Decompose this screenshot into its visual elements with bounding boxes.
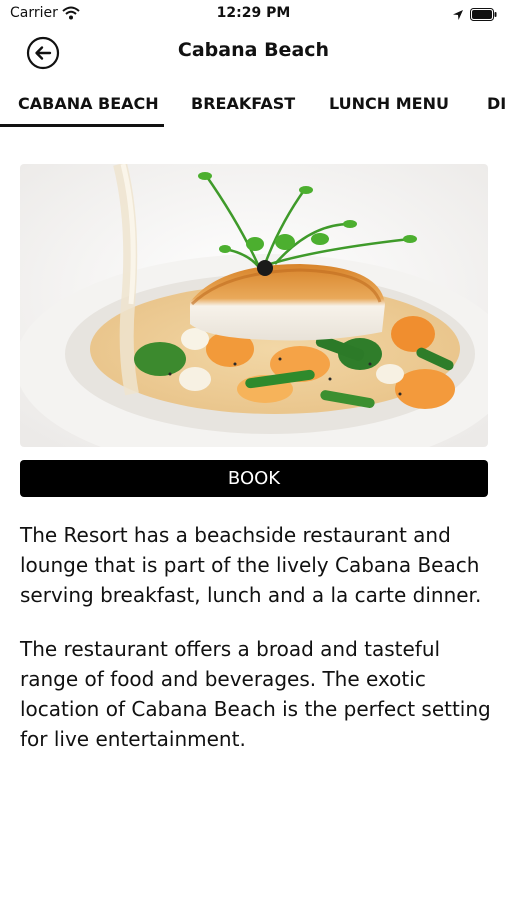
battery-icon bbox=[470, 6, 498, 25]
location-arrow-icon bbox=[452, 6, 464, 25]
food-plate-image bbox=[20, 164, 488, 447]
description-paragraph-1: The Resort has a beachside restaurant an… bbox=[20, 523, 482, 607]
status-bar: Carrier 12:29 PM bbox=[0, 0, 507, 28]
clock-time: 12:29 PM bbox=[216, 5, 291, 21]
selected-tab-indicator bbox=[0, 124, 164, 127]
category-tabs: CABANA BEACH BREAKFAST LUNCH MENU DI bbox=[0, 86, 507, 130]
description-paragraph-2: The restaurant offers a broad and tastef… bbox=[20, 637, 491, 751]
tab-cabana-beach[interactable]: CABANA BEACH bbox=[18, 94, 159, 113]
tab-dinner[interactable]: DI bbox=[487, 94, 506, 113]
page-title: Cabana Beach bbox=[177, 39, 330, 61]
tab-lunch-menu[interactable]: LUNCH MENU bbox=[329, 94, 449, 113]
book-button[interactable]: BOOK bbox=[20, 460, 488, 497]
tab-breakfast[interactable]: BREAKFAST bbox=[191, 94, 295, 113]
navigation-bar: Cabana Beach bbox=[0, 30, 507, 76]
